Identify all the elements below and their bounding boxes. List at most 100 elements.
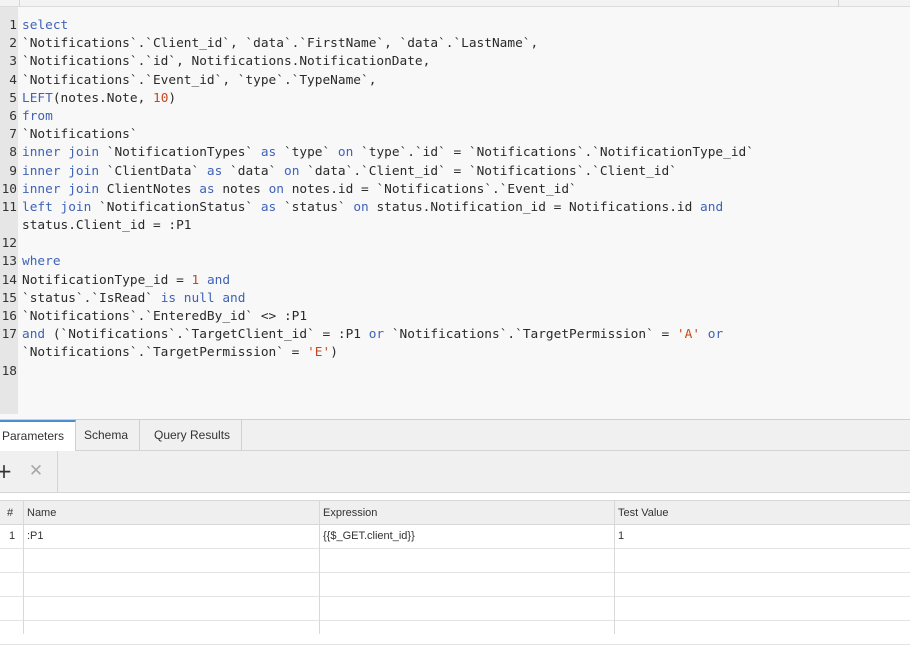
sql-text: `data`.`Client_id` = `Notifications`.`Cl… xyxy=(299,163,677,179)
tab-schema[interactable]: Schema xyxy=(73,420,141,451)
column-header-expression[interactable]: Expression xyxy=(323,501,377,525)
code-line[interactable]: 15 `status`.`IsRead` is null and xyxy=(0,290,910,308)
line-number: 11 xyxy=(1,199,17,215)
code-line[interactable]: 7 `Notifications` xyxy=(0,126,910,144)
code-line[interactable]: 1 select xyxy=(0,17,910,35)
line-text: inner join `ClientData` as `data` on `da… xyxy=(22,163,677,181)
line-text: `Notifications`.`id`, Notifications.Noti… xyxy=(22,53,430,71)
sql-text: `ClientData` xyxy=(99,163,207,179)
tab-query-results[interactable]: Query Results xyxy=(143,420,243,451)
code-line[interactable]: 4 `Notifications`.`Event_id`, `type`.`Typ… xyxy=(0,72,910,90)
sql-keyword: inner join xyxy=(22,145,100,161)
line-number: 4 xyxy=(9,72,17,88)
sql-text: `Notifications`.`id`, Notifications.Noti… xyxy=(22,54,431,70)
sql-text: `NotificationStatus` xyxy=(91,199,261,215)
sql-keyword: or xyxy=(707,327,724,343)
sql-text: `Notifications`.`Event_id`, `type`.`Type… xyxy=(22,72,377,88)
line-number: 2 xyxy=(9,36,17,52)
parameters-toolbar: + ✕ xyxy=(0,451,910,493)
sql-text: `data` xyxy=(222,163,284,179)
line-text: where xyxy=(22,253,61,271)
grid-header: # Name Expression Test Value xyxy=(0,500,910,525)
line-number: 9 xyxy=(9,163,17,179)
code-line[interactable]: 11 left join `NotificationStatus` as `sta… xyxy=(0,199,910,217)
sql-keyword: on xyxy=(268,181,284,197)
code-line[interactable]: 5 LEFT(notes.Note, 10) xyxy=(0,90,910,108)
empty-row[interactable] xyxy=(0,597,910,621)
code-line[interactable]: 14 NotificationType_id = 1 and xyxy=(0,272,910,290)
code-line[interactable]: status.Client_id = :P1 xyxy=(0,217,910,235)
top-strip xyxy=(0,0,910,7)
sql-keyword: as xyxy=(206,163,223,179)
top-strip-divider xyxy=(838,0,839,7)
line-number: 1 xyxy=(9,18,17,33)
line-text: status.Client_id = :P1 xyxy=(22,217,192,235)
empty-row[interactable] xyxy=(0,621,910,645)
code-line[interactable]: 16 `Notifications`.`EnteredBy_id` <> :P1 xyxy=(0,308,910,326)
sql-keyword: or xyxy=(368,327,385,343)
sql-keyword: on xyxy=(353,199,369,215)
sql-text: (`Notifications`.`TargetClient_id` = :P1 xyxy=(45,327,369,343)
line-text: `Notifications` xyxy=(22,126,138,144)
cell-test-value[interactable]: 1 xyxy=(618,525,624,548)
sql-keyword: inner join xyxy=(22,181,100,197)
sql-keyword: on xyxy=(283,163,300,179)
line-text: `status`.`IsRead` is null and xyxy=(22,290,245,308)
add-icon[interactable]: + xyxy=(0,457,18,485)
sql-text: notes xyxy=(214,181,269,197)
empty-row[interactable] xyxy=(0,573,910,597)
sql-keyword: and xyxy=(22,327,46,343)
remove-icon[interactable]: ✕ xyxy=(22,457,50,485)
sql-text: `Notifications`.`Client_id`, `data`.`Fir… xyxy=(22,36,539,52)
line-number: 8 xyxy=(9,145,17,161)
sql-keyword: LEFT xyxy=(22,90,53,106)
code-line[interactable]: 6 from xyxy=(0,108,910,126)
code-line[interactable]: 8 inner join `NotificationTypes` as `type… xyxy=(0,144,910,162)
parameters-grid: # Name Expression Test Value 1 :P1 {{$_G… xyxy=(0,500,910,645)
sql-keyword: select xyxy=(22,18,69,33)
code-line[interactable]: 17 and (`Notifications`.`TargetClient_id`… xyxy=(0,326,910,344)
code-line[interactable]: `Notifications`.`TargetPermission` = 'E'… xyxy=(0,344,910,362)
line-number: 16 xyxy=(1,309,17,324)
line-text: from xyxy=(22,108,53,126)
line-number: 6 xyxy=(9,108,17,124)
code-line[interactable]: 18 xyxy=(0,363,910,381)
cell-expression[interactable]: {{$_GET.client_id}} xyxy=(323,525,415,548)
cell-name[interactable]: :P1 xyxy=(27,525,44,548)
line-text: inner join ClientNotes as notes on notes… xyxy=(22,181,577,199)
line-number: 10 xyxy=(1,181,17,197)
line-number: 3 xyxy=(9,54,17,70)
table-row[interactable]: 1 :P1 {{$_GET.client_id}} 1 xyxy=(0,525,910,549)
code-line[interactable]: 13 where xyxy=(0,253,910,271)
code-line[interactable]: 3 `Notifications`.`id`, Notifications.Not… xyxy=(0,53,910,71)
sql-text: ) xyxy=(168,90,177,106)
code-area[interactable]: 1 select 2 `Notifications`.`Client_id`, `da… xyxy=(0,17,910,381)
sql-editor[interactable]: 1 select 2 `Notifications`.`Client_id`, `da… xyxy=(0,7,910,419)
line-number: 18 xyxy=(1,363,17,379)
tab-parameters[interactable]: Parameters xyxy=(0,420,77,451)
line-text: select xyxy=(22,17,68,35)
code-line[interactable]: 9 inner join `ClientData` as `data` on `d… xyxy=(0,163,910,181)
empty-row[interactable] xyxy=(0,549,910,573)
sql-keyword: as xyxy=(260,145,277,161)
line-number: 13 xyxy=(1,254,17,270)
code-line[interactable]: 2 `Notifications`.`Client_id`, `data`.`Fi… xyxy=(0,35,910,53)
column-header-number[interactable]: # xyxy=(7,501,13,525)
sql-keyword: as xyxy=(199,181,215,197)
line-text: NotificationType_id = 1 and xyxy=(22,272,230,290)
column-header-test-value[interactable]: Test Value xyxy=(618,501,669,525)
sql-text: ClientNotes xyxy=(99,181,200,197)
sql-text: `type`.`id` = `Notifications`.`Notificat… xyxy=(353,145,754,161)
code-line[interactable]: 10 inner join ClientNotes as notes on not… xyxy=(0,181,910,199)
sql-literal: 'A' xyxy=(676,327,701,343)
column-header-name[interactable]: Name xyxy=(27,501,56,525)
line-number: 5 xyxy=(9,90,17,106)
code-line[interactable]: 12 xyxy=(0,235,910,253)
line-text: left join `NotificationStatus` as `statu… xyxy=(22,199,723,217)
sql-text: `Notifications`.`TargetPermission` = xyxy=(384,327,677,343)
sql-keyword: inner join xyxy=(22,163,100,179)
sql-keyword: and xyxy=(700,199,724,215)
line-text: `Notifications`.`Client_id`, `data`.`Fir… xyxy=(22,35,538,53)
